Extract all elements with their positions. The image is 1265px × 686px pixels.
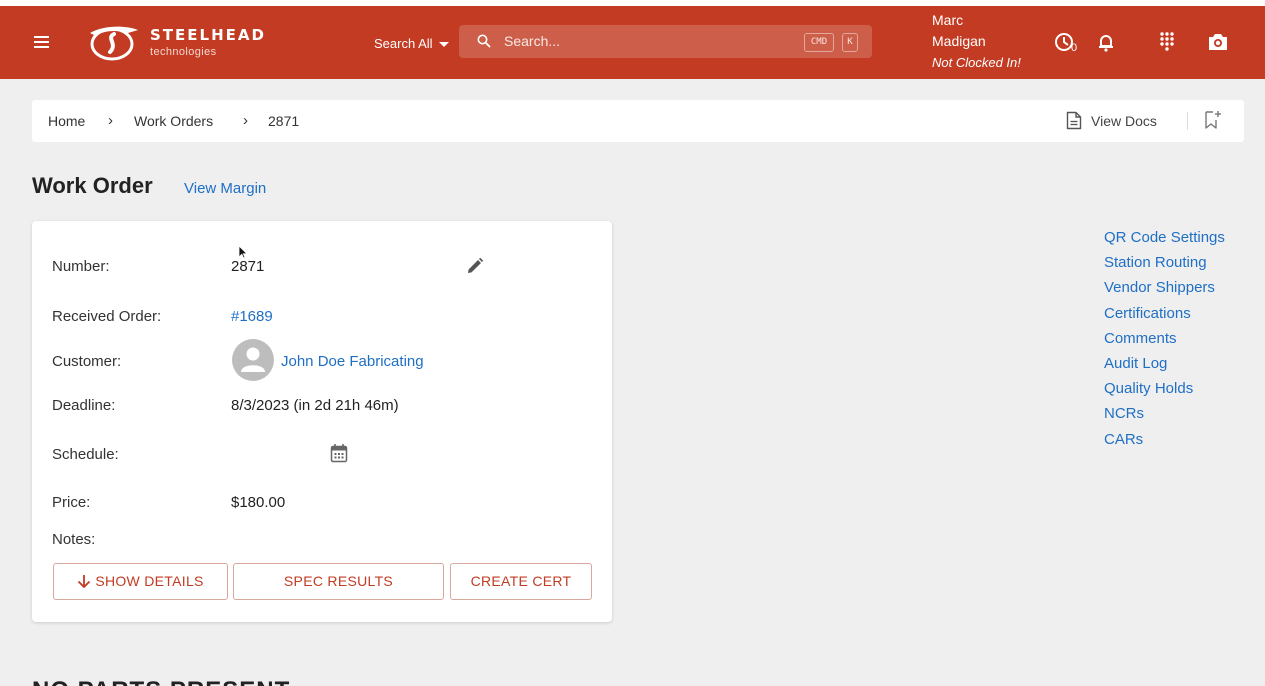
bookmark-add-icon[interactable] <box>1204 110 1222 130</box>
side-links: QR Code Settings Station Routing Vendor … <box>1104 225 1225 452</box>
menu-icon[interactable] <box>34 33 54 53</box>
user-clock-status[interactable]: Marc Madigan Not Clocked In! <box>932 10 1021 73</box>
customer-link[interactable]: John Doe Fabricating <box>281 353 424 370</box>
brand-logo[interactable]: STEELHEAD technologies <box>88 22 264 64</box>
clock-count: 0 <box>1071 42 1078 54</box>
quality-holds-link[interactable]: Quality Holds <box>1104 376 1225 401</box>
person-icon <box>241 347 265 372</box>
search-placeholder: Search... <box>504 33 561 49</box>
work-order-card: Number: 2871 Received Order: #1689 Custo… <box>32 221 612 622</box>
shortcut-cmd-key: CMD <box>804 33 834 52</box>
mouse-cursor-icon <box>238 245 248 259</box>
cars-link[interactable]: CARs <box>1104 427 1225 452</box>
show-details-label: SHOW DETAILS <box>95 573 204 589</box>
number-label: Number: <box>52 258 110 275</box>
clock-icon[interactable]: 0 <box>1054 31 1082 60</box>
grid-dots-icon[interactable] <box>1159 31 1175 56</box>
calendar-icon[interactable] <box>330 443 348 463</box>
create-cert-button[interactable]: CREATE CERT <box>450 563 592 600</box>
clock-status-text: Not Clocked In! <box>932 55 1021 70</box>
arrow-down-icon <box>78 575 91 589</box>
breadcrumb-home[interactable]: Home <box>48 113 85 129</box>
schedule-label: Schedule: <box>52 446 119 463</box>
parts-section-heading: NO PARTS PRESENT <box>32 677 290 686</box>
spec-results-button[interactable]: SPEC RESULTS <box>233 563 444 600</box>
received-order-label: Received Order: <box>52 308 162 325</box>
deadline-value: 8/3/2023 (in 2d 21h 46m) <box>231 397 399 414</box>
price-value: $180.00 <box>231 494 286 511</box>
search-scope-select[interactable]: Search All <box>374 36 449 51</box>
camera-icon[interactable] <box>1207 33 1229 56</box>
shortcut-k-key: K <box>842 33 858 52</box>
brand-name: STEELHEAD <box>150 26 266 44</box>
customer-avatar <box>232 339 274 381</box>
caret-down-icon <box>438 42 449 48</box>
user-last-name: Madigan <box>932 33 986 49</box>
document-icon <box>1066 111 1082 130</box>
view-docs-label: View Docs <box>1091 113 1157 129</box>
divider <box>1187 112 1188 130</box>
top-app-bar: STEELHEAD technologies Search All Search… <box>0 6 1265 79</box>
audit-log-link[interactable]: Audit Log <box>1104 351 1225 376</box>
page-title: Work Order <box>32 173 153 198</box>
main-content: Home › Work Orders › 2871 View Docs Work… <box>0 79 1265 686</box>
station-routing-link[interactable]: Station Routing <box>1104 250 1225 275</box>
deadline-label: Deadline: <box>52 397 116 414</box>
search-icon <box>477 34 491 48</box>
customer-label: Customer: <box>52 353 122 370</box>
comments-link[interactable]: Comments <box>1104 326 1225 351</box>
notes-label: Notes: <box>52 531 96 548</box>
chevron-right-icon: › <box>108 112 113 129</box>
number-value: 2871 <box>231 258 265 275</box>
breadcrumb-current: 2871 <box>268 113 300 129</box>
edit-icon[interactable] <box>466 257 484 275</box>
received-order-link[interactable]: #1689 <box>231 308 273 325</box>
price-label: Price: <box>52 494 91 511</box>
vendor-shippers-link[interactable]: Vendor Shippers <box>1104 275 1225 300</box>
breadcrumb-work-orders[interactable]: Work Orders <box>134 113 213 129</box>
chevron-right-icon: › <box>243 112 248 129</box>
bell-icon[interactable] <box>1097 32 1115 57</box>
search-scope-label: Search All <box>374 36 433 51</box>
ncrs-link[interactable]: NCRs <box>1104 401 1225 426</box>
user-first-name: Marc <box>932 12 964 28</box>
search-input[interactable]: Search... CMD K <box>459 25 872 58</box>
show-details-button[interactable]: SHOW DETAILS <box>53 563 228 600</box>
breadcrumb: Home › Work Orders › 2871 View Docs <box>32 100 1244 142</box>
brand-subtitle: technologies <box>150 46 217 58</box>
view-margin-link[interactable]: View Margin <box>184 180 266 197</box>
qr-code-settings-link[interactable]: QR Code Settings <box>1104 225 1225 250</box>
certifications-link[interactable]: Certifications <box>1104 301 1225 326</box>
steelhead-logo-icon <box>90 26 138 61</box>
